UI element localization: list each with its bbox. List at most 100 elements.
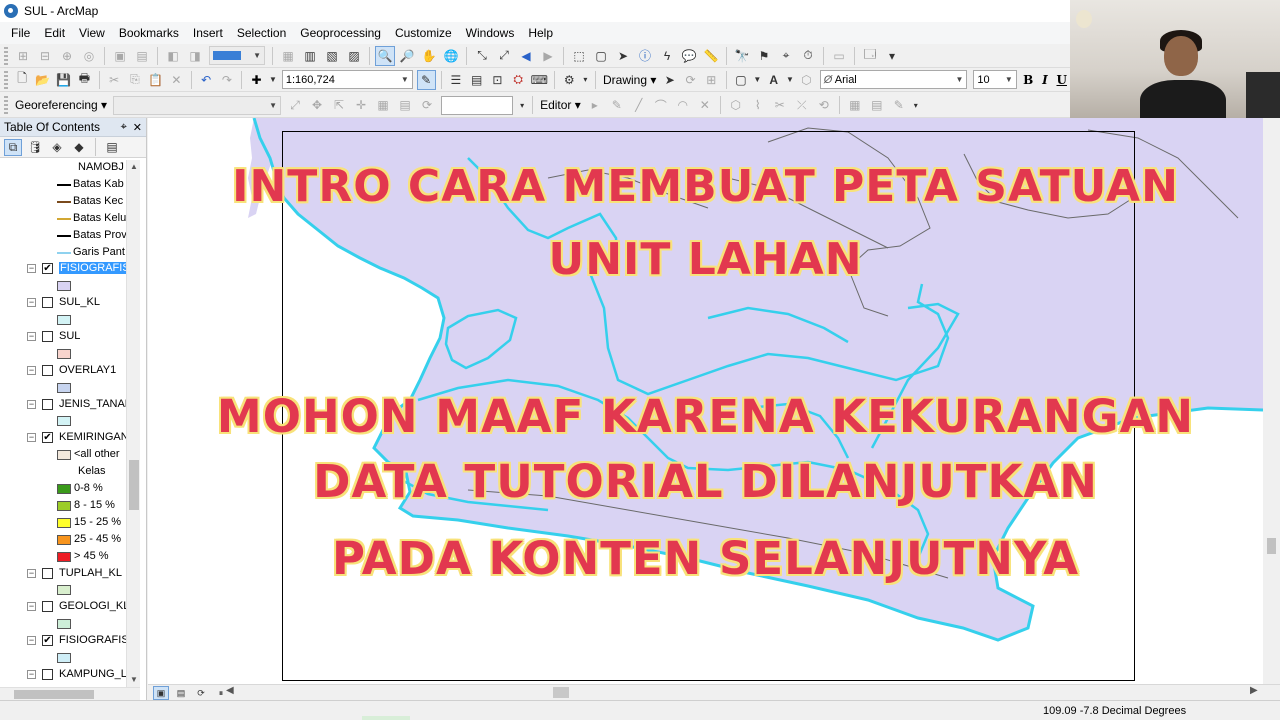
class-symbol-swatch[interactable] bbox=[57, 535, 71, 545]
collapse-icon[interactable]: − bbox=[27, 264, 36, 273]
select-features-icon[interactable]: ⬚ bbox=[569, 46, 589, 66]
focus-frame-icon[interactable]: ▥ bbox=[300, 46, 320, 66]
map-horizontal-scrollbar[interactable]: ▣ ▤ ⟳ ⏸ ◀ ▶ bbox=[148, 684, 1280, 700]
reshape-icon[interactable]: ⌇ bbox=[748, 95, 768, 115]
toc-symbol-row[interactable] bbox=[0, 616, 126, 632]
toc-line-symbol-row[interactable]: Batas Kelu bbox=[0, 211, 126, 227]
time-slider-icon[interactable]: ⏱ bbox=[798, 46, 818, 66]
close-icon[interactable]: ✕ bbox=[133, 121, 142, 134]
toolbar-grip[interactable] bbox=[4, 46, 8, 65]
toc-layer-row[interactable]: − ✔ KEMIRINGAN bbox=[0, 430, 126, 446]
edit-tool-icon[interactable]: ▸ bbox=[585, 95, 605, 115]
layer-name[interactable]: FISIOGRAFIS_ bbox=[59, 634, 126, 646]
measure-icon[interactable]: 📏 bbox=[701, 46, 721, 66]
font-size-combo[interactable]: 10 ▼ bbox=[973, 70, 1017, 89]
georeferencing-value-input[interactable] bbox=[441, 95, 514, 115]
model-builder-icon[interactable]: ⚙ bbox=[560, 70, 579, 90]
rotate-raster-icon[interactable]: ⤢ bbox=[285, 95, 305, 115]
pan-hand-icon[interactable]: ✋ bbox=[419, 46, 439, 66]
toc-layer-row[interactable]: −✔ FISIOGRAFIS_ bbox=[0, 633, 126, 649]
toc-class-row[interactable]: 15 - 25 % bbox=[0, 515, 126, 531]
scroll-left-icon[interactable]: ◀ bbox=[226, 685, 234, 696]
map-vertical-scrollbar[interactable] bbox=[1263, 118, 1280, 684]
toc-symbol-row[interactable] bbox=[0, 380, 126, 396]
collapse-icon[interactable]: − bbox=[27, 400, 36, 409]
toc-line-symbol-row[interactable]: Batas Prov bbox=[0, 228, 126, 244]
toc-symbol-row[interactable] bbox=[0, 413, 126, 429]
toc-line-symbol-row[interactable]: Garis Pant bbox=[0, 245, 126, 261]
toc-class-row[interactable]: 8 - 15 % bbox=[0, 498, 126, 514]
collapse-icon[interactable]: − bbox=[27, 332, 36, 341]
layer-symbol-swatch[interactable] bbox=[57, 653, 71, 663]
go-back-arrow-icon[interactable]: ◀ bbox=[516, 46, 536, 66]
layer-symbol-swatch[interactable] bbox=[57, 315, 71, 325]
rotate-icon[interactable]: ⟳ bbox=[681, 70, 700, 90]
open-folder-icon[interactable]: 📂 bbox=[33, 70, 52, 90]
globe-full-extent-icon[interactable]: 🌐 bbox=[441, 46, 461, 66]
scale-raster-icon[interactable]: ⇱ bbox=[329, 95, 349, 115]
rectangle-dropdown-icon[interactable]: ▼ bbox=[752, 70, 762, 90]
page-zoom-icon[interactable]: ▣ bbox=[110, 46, 130, 66]
select-elements-icon[interactable]: ➤ bbox=[613, 46, 633, 66]
layer-visibility-checkbox[interactable]: ✔ bbox=[42, 263, 53, 274]
menu-customize[interactable]: Customize bbox=[388, 26, 459, 40]
toolbar-grip[interactable] bbox=[4, 70, 8, 89]
toc-layer-row[interactable]: − JENIS_TANAH bbox=[0, 397, 126, 413]
toolbar-options-icon[interactable]: ▾ bbox=[882, 46, 902, 66]
class-symbol-swatch[interactable] bbox=[57, 552, 71, 562]
line-symbol[interactable] bbox=[57, 184, 71, 186]
create-features-icon[interactable]: ✎ bbox=[889, 95, 909, 115]
toc-class-row[interactable]: 0-8 % bbox=[0, 481, 126, 497]
previous-extent-icon[interactable]: ◧ bbox=[163, 46, 183, 66]
toc-layer-row[interactable]: − GEOLOGI_KL bbox=[0, 599, 126, 615]
layout-zoom-combo[interactable]: ▼ bbox=[209, 46, 265, 65]
collapse-icon[interactable]: − bbox=[27, 602, 36, 611]
toc-layer-row[interactable]: − TUPLAH_KL bbox=[0, 566, 126, 582]
fixed-zoom-in-icon[interactable]: ⤡ bbox=[472, 46, 492, 66]
data-view-icon[interactable]: ▣ bbox=[153, 686, 169, 700]
scroll-down-icon[interactable]: ▼ bbox=[127, 673, 141, 687]
add-data-dropdown-icon[interactable]: ▼ bbox=[268, 70, 278, 90]
layer-visibility-checkbox[interactable] bbox=[42, 331, 53, 342]
layer-visibility-checkbox[interactable] bbox=[42, 601, 53, 612]
map-display[interactable]: INTRO CARA MEMBUAT PETA SATUAN UNIT LAHA… bbox=[148, 118, 1263, 684]
editor-menu[interactable]: Editor ▾ bbox=[537, 98, 584, 112]
menu-edit[interactable]: Edit bbox=[37, 26, 72, 40]
layer-symbol-swatch[interactable] bbox=[57, 619, 71, 629]
menu-bookmarks[interactable]: Bookmarks bbox=[112, 26, 186, 40]
toc-symbol-row[interactable] bbox=[0, 312, 126, 328]
go-forward-arrow-icon[interactable]: ▶ bbox=[538, 46, 558, 66]
refresh-view-icon[interactable]: ⟳ bbox=[193, 686, 209, 700]
menu-view[interactable]: View bbox=[72, 26, 112, 40]
find-route-icon[interactable]: ⚑ bbox=[754, 46, 774, 66]
toc-symbol-row[interactable] bbox=[0, 650, 126, 666]
edit-vertices-tool-icon[interactable]: ⬡ bbox=[726, 95, 746, 115]
layer-name[interactable]: KEMIRINGAN bbox=[59, 431, 126, 443]
toolbar-grip[interactable] bbox=[4, 96, 8, 114]
layer-symbol-swatch[interactable] bbox=[57, 281, 71, 291]
toc-class-row[interactable]: 25 - 45 % bbox=[0, 532, 126, 548]
paste-icon[interactable]: 📋 bbox=[146, 70, 165, 90]
menu-selection[interactable]: Selection bbox=[230, 26, 293, 40]
georeferencing-menu[interactable]: Georeferencing ▾ bbox=[12, 98, 110, 112]
pan-fixed-icon[interactable]: ⊕ bbox=[57, 46, 77, 66]
layer-symbol-swatch[interactable] bbox=[57, 416, 71, 426]
zoom-in-icon[interactable]: 🔍 bbox=[375, 45, 395, 66]
rectangle-icon[interactable]: ▢ bbox=[732, 70, 751, 90]
toc-options-icon[interactable]: ▤ bbox=[103, 139, 121, 156]
find-binoculars-icon[interactable]: 🔭 bbox=[732, 46, 752, 66]
trace-icon[interactable]: ⌒ bbox=[651, 95, 671, 115]
data-driven-pages-icon[interactable]: ▨ bbox=[344, 46, 364, 66]
line-symbol[interactable] bbox=[57, 218, 71, 220]
print-icon[interactable]: 🖶 bbox=[75, 70, 94, 90]
zoom-to-selected-icon[interactable]: ⊞ bbox=[702, 70, 721, 90]
list-by-drawing-order-icon[interactable]: ⧉ bbox=[4, 138, 22, 156]
toc-symbol-row[interactable] bbox=[0, 346, 126, 362]
editor-toolbar-icon[interactable]: ✎ bbox=[416, 69, 436, 90]
new-document-icon[interactable]: 🗋 bbox=[13, 70, 32, 90]
collapse-icon[interactable]: − bbox=[27, 433, 36, 442]
layer-name[interactable]: TUPLAH_KL bbox=[59, 567, 122, 579]
scroll-right-icon[interactable]: ▶ bbox=[1250, 685, 1258, 696]
class-symbol-swatch[interactable] bbox=[57, 501, 71, 511]
georeferencing-layer-combo[interactable]: ▼ bbox=[113, 95, 282, 115]
